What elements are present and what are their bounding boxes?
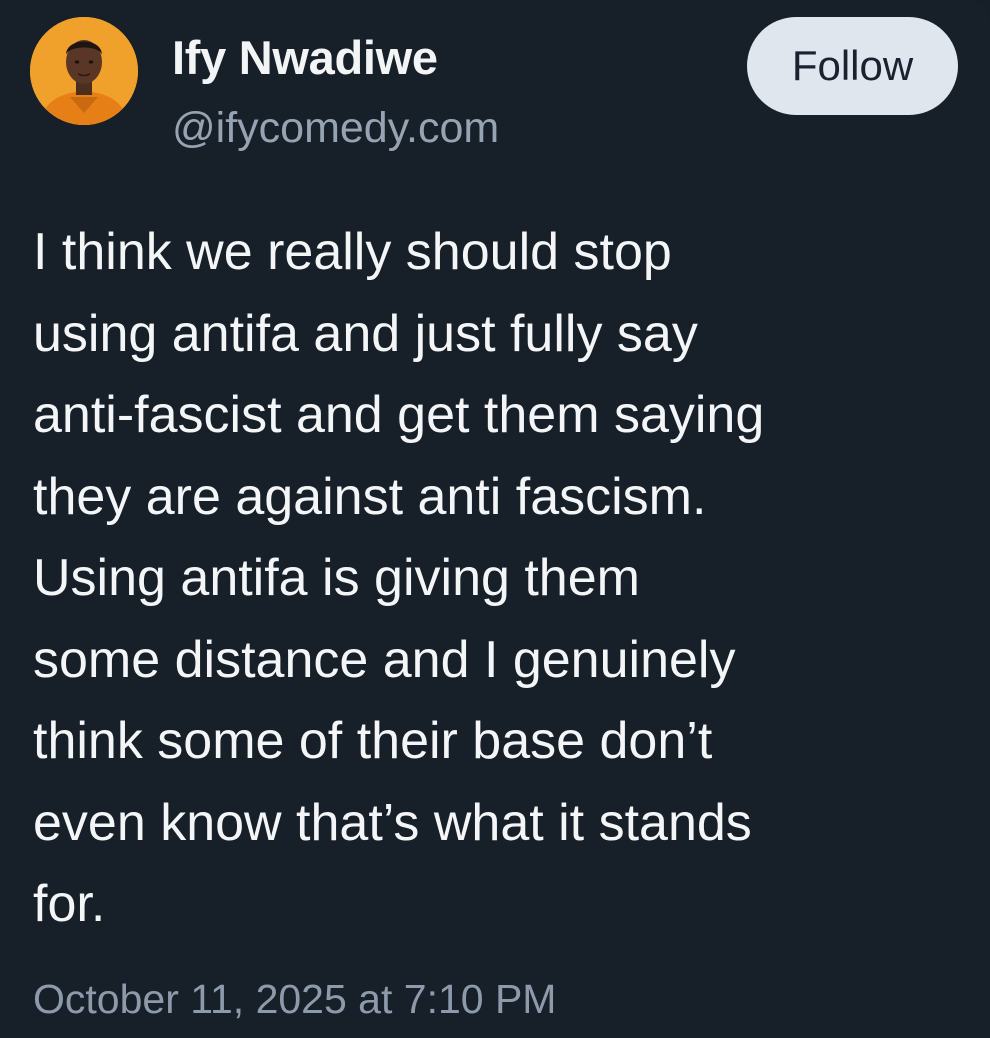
post-text-line: using antifa and just fully say (33, 304, 698, 363)
post-text-line: Using antifa is giving them (33, 549, 640, 607)
post-timestamp[interactable]: October 11, 2025 at 7:10 PM (33, 976, 556, 1023)
post-text-line: some distance and I genuinely (33, 630, 736, 689)
follow-button[interactable]: Follow (747, 17, 958, 115)
avatar[interactable] (30, 17, 138, 125)
author-display-name[interactable]: Ify Nwadiwe (172, 30, 438, 85)
post-text-line: they are against anti fascism. (33, 467, 707, 526)
post-text-line: anti-fascist and get them saying (33, 386, 765, 444)
post-text-line: think some of their base don’t (33, 712, 713, 770)
author-handle[interactable]: @ifycomedy.com (172, 104, 499, 153)
post-text-line: for. (33, 875, 106, 933)
post-card: Ify Nwadiwe @ifycomedy.com Follow I thin… (0, 0, 990, 1038)
avatar-photo-icon (30, 17, 138, 125)
post-text-line: I think we really should stop (33, 223, 672, 281)
post-text-line: even know that’s what it stands (33, 793, 752, 852)
post-text: I think we really should stop using anti… (33, 212, 963, 946)
